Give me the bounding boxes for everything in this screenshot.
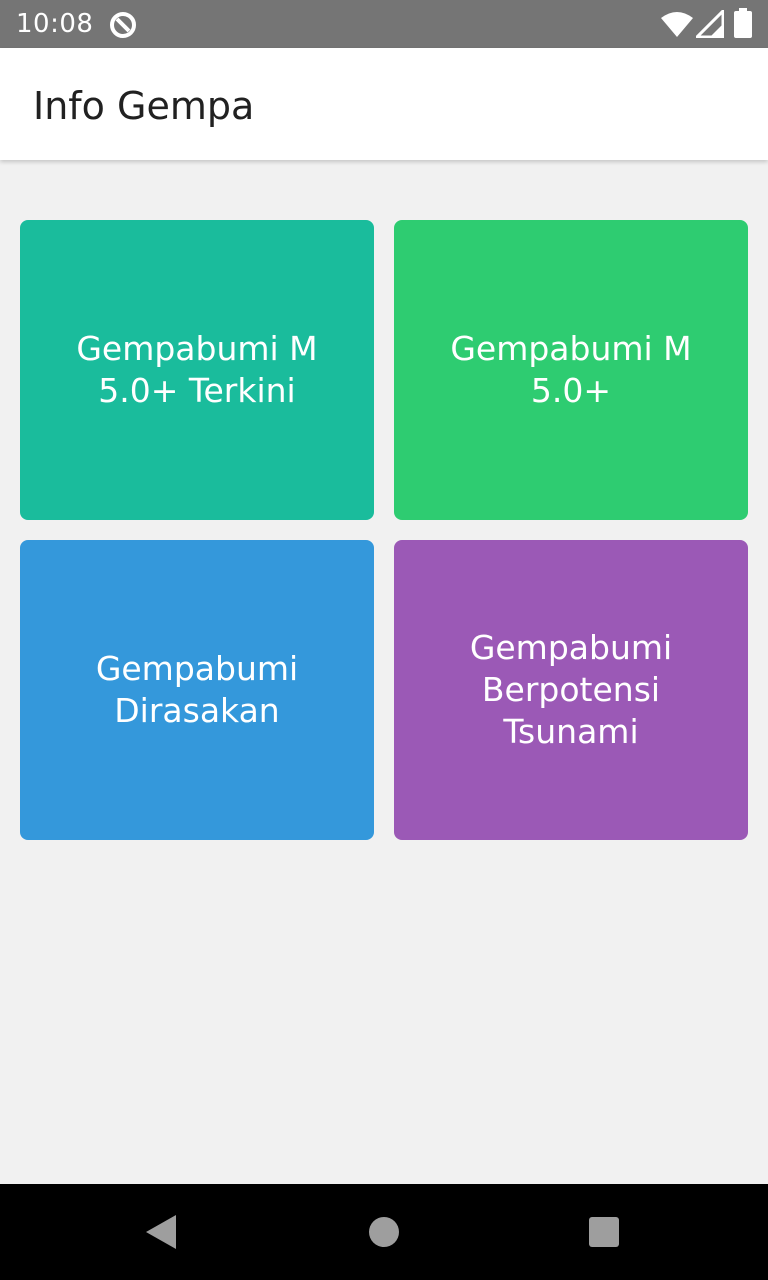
page-title: Info Gempa	[33, 84, 255, 128]
tile-label: Gempabumi Dirasakan	[96, 648, 298, 732]
status-time: 10:08	[16, 9, 94, 39]
status-bar: 10:08	[0, 0, 768, 48]
tile-label-line: Gempabumi	[95, 649, 299, 688]
menu-grid: Gempabumi M 5.0+ Terkini Gempabumi M 5.0…	[0, 160, 768, 1184]
tile-label-line: 5.0+ Terkini	[98, 371, 296, 410]
battery-icon	[734, 8, 752, 38]
tile-label-line: Gempabumi	[469, 628, 673, 667]
tile-label: Gempabumi M 5.0+	[450, 328, 691, 412]
tile-label-line: Berpotensi	[481, 670, 661, 709]
tile-label-line: 5.0+	[530, 371, 612, 410]
back-icon[interactable]	[144, 1214, 178, 1250]
app-bar: Info Gempa	[0, 48, 768, 160]
home-icon[interactable]	[368, 1216, 400, 1248]
navigation-bar	[0, 1184, 768, 1280]
tile-label-line: Dirasakan	[114, 691, 280, 730]
tile-label-line: Tsunami	[503, 712, 639, 751]
tile-label-line: Gempabumi M	[76, 329, 318, 368]
tile-gempabumi-m5[interactable]: Gempabumi M 5.0+	[394, 220, 748, 520]
tile-gempabumi-dirasakan[interactable]: Gempabumi Dirasakan	[20, 540, 374, 840]
app-notification-icon	[110, 12, 136, 38]
wifi-icon	[661, 12, 693, 37]
tile-gempabumi-terkini[interactable]: Gempabumi M 5.0+ Terkini	[20, 220, 374, 520]
tile-gempabumi-tsunami[interactable]: Gempabumi Berpotensi Tsunami	[394, 540, 748, 840]
cell-signal-icon	[696, 10, 724, 38]
tile-label: Gempabumi Berpotensi Tsunami	[470, 627, 672, 753]
recents-icon[interactable]	[589, 1217, 619, 1247]
tile-label: Gempabumi M 5.0+ Terkini	[76, 328, 317, 412]
tile-label-line: Gempabumi M	[450, 329, 692, 368]
